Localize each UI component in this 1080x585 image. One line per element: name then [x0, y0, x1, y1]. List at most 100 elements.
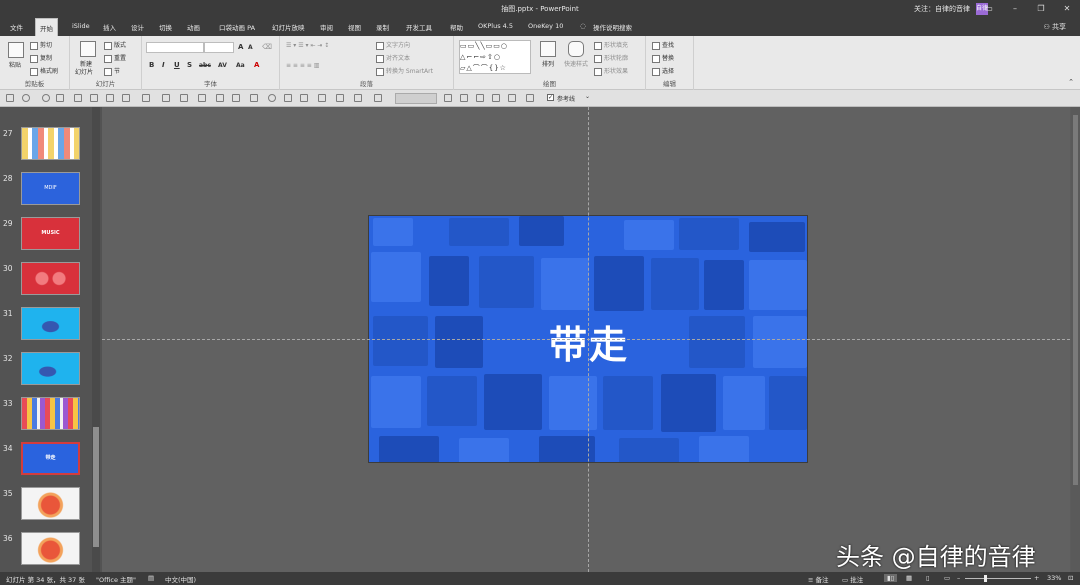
size-icon[interactable] [508, 94, 516, 102]
text-direction-button[interactable]: 文字方向 [376, 40, 410, 50]
canvas-scrollbar-thumb[interactable] [1073, 115, 1078, 485]
picture-icon[interactable] [74, 94, 82, 102]
zoom-out-icon[interactable]: – [957, 574, 960, 582]
restore-icon[interactable]: ❐ [1028, 1, 1054, 17]
shapes-gallery[interactable]: ▭▭╲╲▭▭○ △⌐⌐⇨⇧○ ▱△⌒⌒{}☆ [459, 40, 531, 74]
qat-font-size-box[interactable] [395, 93, 437, 104]
tab-developer[interactable]: 开发工具 [406, 22, 432, 32]
spell-check-icon[interactable]: ▤ [148, 574, 154, 582]
tell-me-search[interactable]: 操作说明搜索 [593, 22, 632, 32]
close-icon[interactable]: ✕ [1054, 1, 1080, 17]
canvas-scrollbar[interactable] [1071, 107, 1080, 572]
account-name[interactable]: 关注：自律的音律 [914, 4, 970, 14]
paste-button[interactable]: 粘贴 [9, 60, 21, 69]
guides-checkbox[interactable]: ✓ [547, 94, 554, 101]
outline-icon[interactable] [232, 94, 240, 102]
send-backward-icon[interactable] [460, 94, 468, 102]
cut-button[interactable]: 剪切 [30, 40, 52, 50]
zoom-slider-handle[interactable] [984, 575, 987, 582]
thumbnail-scrollbar[interactable] [92, 107, 100, 572]
bold-button[interactable]: B [149, 61, 154, 69]
underline-button[interactable]: U [174, 61, 180, 69]
clear-format-icon[interactable]: ⌫ [262, 43, 272, 51]
start-slideshow-icon[interactable] [56, 94, 64, 102]
align-icons[interactable]: ≡ ≡ ≡ ≡ ▥ [286, 62, 319, 69]
tab-file[interactable]: 文件 [10, 22, 23, 32]
align-center-icon[interactable] [336, 94, 344, 102]
tab-pocket-animation[interactable]: 口袋动画 PA [219, 22, 255, 32]
tab-okplus[interactable]: OKPlus 4.5 [478, 22, 513, 30]
arrange-icon[interactable] [540, 41, 556, 57]
grow-font-button[interactable]: A [238, 43, 243, 51]
quick-styles-button[interactable]: 快速样式 [564, 59, 588, 68]
tab-view[interactable]: 视图 [348, 22, 361, 32]
tab-design[interactable]: 设计 [131, 22, 144, 32]
change-case-button[interactable]: Aa [236, 62, 245, 69]
shadow-button[interactable]: S [187, 61, 192, 69]
replace-button[interactable]: 替换 [652, 53, 674, 63]
arrange-button[interactable]: 排列 [542, 59, 554, 68]
thumbnail-scrollbar-thumb[interactable] [93, 427, 99, 547]
section-button[interactable]: 节 [104, 66, 120, 76]
shape-fill-button[interactable]: 形状填充 [594, 40, 628, 50]
ribbon-display-icon[interactable]: ▭ [976, 1, 1002, 17]
bring-forward-icon[interactable] [444, 94, 452, 102]
shape-outline-button[interactable]: 形状轮廓 [594, 53, 628, 63]
selection-pane-icon[interactable] [526, 94, 534, 102]
tab-review[interactable]: 审阅 [320, 22, 333, 32]
smartart-button[interactable]: 转换为 SmartArt [376, 66, 433, 76]
slide-sorter-icon[interactable]: ▦ [906, 574, 912, 582]
font-color-button[interactable]: A [254, 61, 259, 69]
notes-button[interactable]: ≡ 备注 [808, 574, 829, 584]
tab-onekey[interactable]: OneKey 10 [528, 22, 563, 30]
bullets-icon[interactable]: ☰ ▾ ☰ ▾ ⇤ ⇥ ↕ [286, 42, 329, 49]
align-menu-icon[interactable] [122, 94, 130, 102]
group-icon[interactable] [162, 94, 170, 102]
circle-icon[interactable] [268, 94, 276, 102]
font-icon[interactable] [300, 94, 308, 102]
new-slide-icon[interactable] [80, 41, 96, 57]
text-box-icon[interactable] [284, 94, 292, 102]
reading-view-icon[interactable]: ▯ [926, 574, 930, 582]
zoom-level[interactable]: 33% [1047, 574, 1061, 582]
layout-button[interactable]: 版式 [104, 40, 126, 50]
undo-icon[interactable] [22, 94, 30, 102]
share-button[interactable]: ⚇ 共享 [1043, 22, 1066, 32]
select-button[interactable]: 选择 [652, 66, 674, 76]
language-indicator[interactable]: 中文(中国) [165, 574, 196, 584]
find-button[interactable]: 查找 [652, 40, 674, 50]
paste-icon[interactable] [8, 42, 24, 58]
format-painter-icon[interactable] [106, 94, 114, 102]
tab-islide[interactable]: iSlide [72, 22, 90, 30]
flip-icon[interactable] [476, 94, 484, 102]
eyedropper-icon[interactable] [216, 94, 224, 102]
quick-styles-icon[interactable] [568, 41, 584, 57]
customize-qat-icon[interactable]: ⌄ [585, 94, 593, 102]
rotate-icon[interactable] [180, 94, 188, 102]
new-slide-button-line2[interactable]: 幻灯片 [75, 67, 93, 76]
tab-animations[interactable]: 动画 [187, 22, 200, 32]
comments-button[interactable]: ▭ 批注 [842, 574, 863, 584]
align-text-button[interactable]: 对齐文本 [376, 53, 410, 63]
redo-icon[interactable] [42, 94, 50, 102]
tab-slideshow[interactable]: 幻灯片放映 [272, 22, 305, 32]
align-right-icon[interactable] [354, 94, 362, 102]
tab-help[interactable]: 帮助 [450, 22, 463, 32]
crop-icon[interactable] [90, 94, 98, 102]
merge-shapes-icon[interactable] [492, 94, 500, 102]
zoom-in-icon[interactable]: + [1034, 574, 1039, 582]
zoom-slider[interactable] [965, 578, 1031, 579]
tab-insert[interactable]: 插入 [103, 22, 116, 32]
fit-to-window-icon[interactable]: ⊡ [1068, 574, 1073, 582]
reset-button[interactable]: 重置 [104, 53, 126, 63]
format-painter-button[interactable]: 格式刷 [30, 66, 58, 76]
italic-button[interactable]: I [162, 61, 165, 69]
minimize-icon[interactable]: – [1002, 1, 1028, 17]
collapse-ribbon-icon[interactable]: ⌃ [1068, 78, 1074, 86]
char-spacing-button[interactable]: AV [218, 62, 227, 69]
font-name-combo[interactable] [146, 42, 204, 53]
font-size-combo[interactable] [204, 42, 234, 53]
horizontal-guide[interactable] [102, 339, 1070, 340]
shape-format-icon[interactable] [250, 94, 258, 102]
copy-button[interactable]: 复制 [30, 53, 52, 63]
